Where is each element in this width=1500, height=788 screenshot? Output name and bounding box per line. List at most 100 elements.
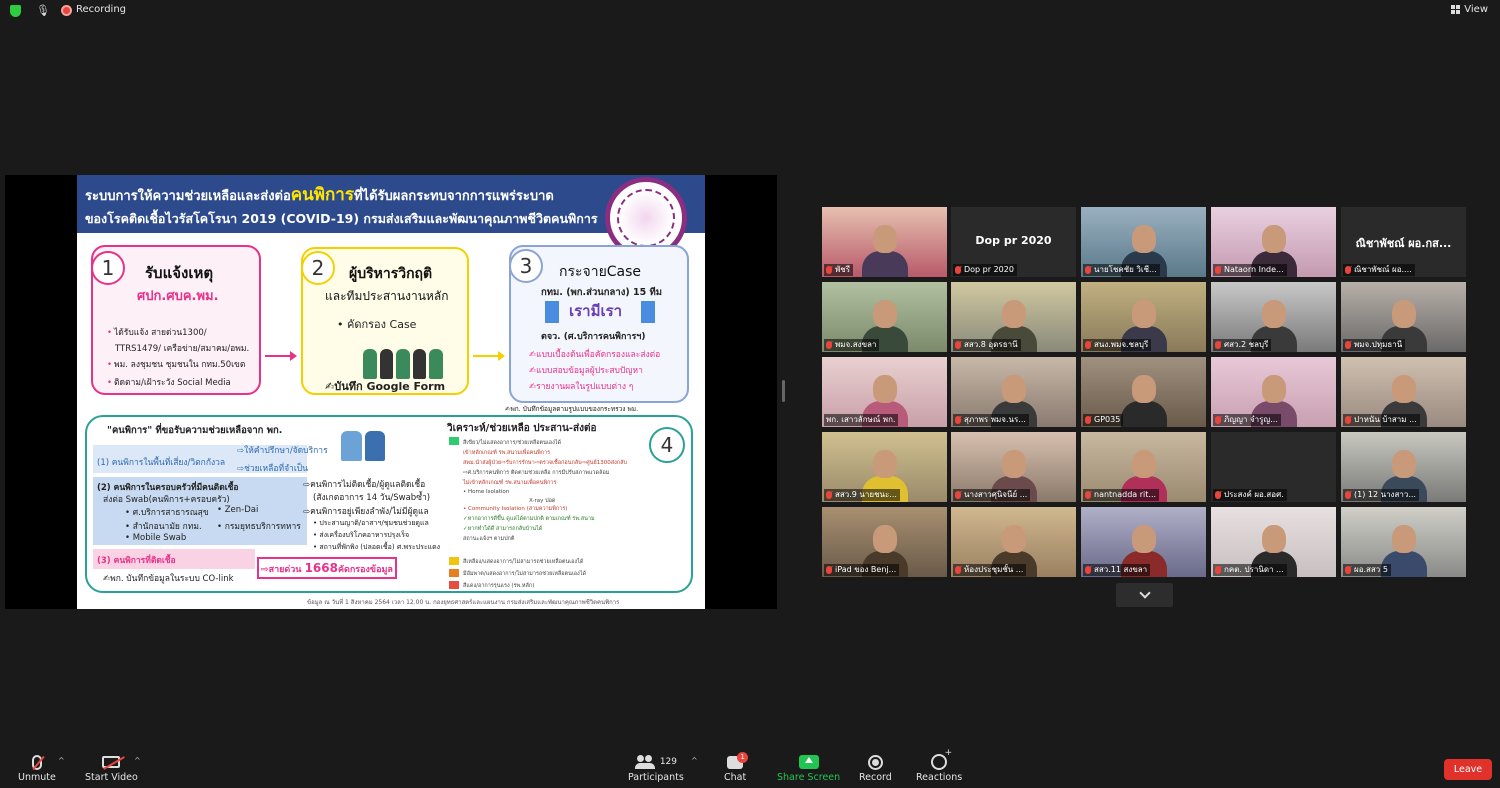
- participant-tile[interactable]: ปาหนัน บ้าสาม ...: [1341, 357, 1466, 427]
- participants-options-caret-icon[interactable]: ^: [691, 756, 698, 765]
- participant-tile[interactable]: พก. เสาวลักษณ์ พก.: [822, 357, 947, 427]
- flow-line: สีเขียว/ไม่แสดงอาการ/ช่วยเหลือตนเองได้: [463, 440, 562, 446]
- participant-tile[interactable]: ภิญญา จำรูญ...: [1211, 357, 1336, 427]
- flow-line: สพม.นำส่งผู้ป่วย⇨รับการรักษา⇨ตรวจเชื้อก่…: [463, 460, 627, 466]
- participants-icon: [634, 755, 655, 769]
- start-video-button[interactable]: Start Video: [85, 752, 138, 783]
- participant-name-label: สสว.8 อุดรธานี: [953, 339, 1021, 351]
- participant-tile[interactable]: (1) 12 นางสาว...: [1341, 432, 1466, 502]
- participant-tile[interactable]: พัชรี: [822, 207, 947, 277]
- participant-tile[interactable]: ห้องประชุมชั้น ...: [951, 507, 1076, 577]
- participant-name: ศสว.2 ชลบุรี: [1224, 340, 1269, 349]
- participant-tile[interactable]: สนง.พมจ.ชลบุรี: [1081, 282, 1206, 352]
- step3-item: ✍แบบสอบข้อมูลผู้ประสบปัญหา: [529, 366, 643, 376]
- flow-line: สีแดง/อาการรุนแรง (รพ.หลัก): [463, 583, 535, 589]
- shield-icon[interactable]: [10, 5, 21, 17]
- chat-button[interactable]: 1 Chat: [724, 751, 749, 783]
- participant-display-name: Dop pr 2020: [975, 234, 1052, 247]
- share-screen-button[interactable]: Share Screen: [777, 752, 840, 783]
- slide-title-line2: ของโรคติดเชื้อไวรัสโคโรนา 2019 (COVID-19…: [85, 211, 598, 226]
- participant-tile[interactable]: นางสาวศุนิจนีย์ ...: [951, 432, 1076, 502]
- step3-box: 3 กระจายCase กทม. (พก.ส่วนกลาง) 15 ทีม เ…: [509, 245, 689, 403]
- slide-footnote: ข้อมูล ณ วันที่ 1 สิงหาคม 2564 เวลา 12.0…: [307, 599, 620, 606]
- record-button[interactable]: Record: [859, 752, 892, 783]
- participant-tile[interactable]: GP035: [1081, 357, 1206, 427]
- participant-name: สสว.11 สงขลา: [1094, 565, 1148, 574]
- participant-name-label: พมจ.สงขลา: [824, 339, 880, 351]
- participant-name-label: iPad ของ Benj...: [824, 564, 900, 576]
- chat-label: Chat: [724, 772, 747, 783]
- slide-title-line1: ระบบการให้ความช่วยเหลือและส่งต่อคนพิการท…: [85, 185, 554, 205]
- green-level-marker: [449, 437, 459, 445]
- reactions-icon: [931, 748, 952, 770]
- raomirao-logo: เรามีเรา: [569, 302, 623, 320]
- flow-line: มีอัมพาต/แสดงอาการ/ไม่สามารถช่วยเหลือตนเ…: [463, 571, 587, 577]
- video-options-caret-icon[interactable]: ^: [134, 756, 141, 765]
- step1-line: TTRS1479/ เครือข่าย/สมาคม/อพม.: [115, 344, 250, 354]
- participant-tile[interactable]: สสว.11 สงขลา: [1081, 507, 1206, 577]
- participant-name: ณิชาพัชณ์ ผอ....: [1354, 265, 1412, 274]
- participant-name: พัชรี: [835, 265, 850, 274]
- mic-muted-icon: [1345, 416, 1351, 424]
- mic-muted-icon: [1215, 416, 1221, 424]
- recording-label[interactable]: Recording: [76, 4, 126, 15]
- participant-name: ผอ.สสว 5: [1354, 565, 1388, 574]
- split-divider-handle[interactable]: [782, 380, 785, 402]
- mic-muted-icon: [955, 491, 961, 499]
- group2-item: • สำนักอนามัย กทม.: [125, 522, 202, 532]
- participant-name: สนง.พมจ.ชลบุรี: [1094, 340, 1149, 349]
- participant-name-label: ประสงค์ ผอ.สอศ.: [1213, 489, 1287, 501]
- step3-item: ✍รายงานผลในรูปแบบต่าง ๆ: [529, 382, 634, 392]
- participant-tile[interactable]: ศสว.2 ชลบุรี: [1211, 282, 1336, 352]
- group3-label: (3) คนพิการที่ติดเชื้อ: [97, 556, 176, 566]
- reactions-button[interactable]: Reactions: [916, 748, 963, 783]
- group1-right: ⇨ให้คำปรึกษา/จัดบริการ: [237, 446, 328, 456]
- participant-tile[interactable]: สสว.8 อุดรธานี: [951, 282, 1076, 352]
- audio-options-caret-icon[interactable]: ^: [58, 756, 65, 765]
- participant-tile[interactable]: พมจ.ปทุมธานี: [1341, 282, 1466, 352]
- step3-item: ✍แบบเบื้องต้นเพื่อคัดกรองและส่งต่อ: [529, 350, 661, 360]
- group1-right: ⇨ช่วยเหลือที่จำเป็น: [237, 464, 308, 474]
- mic-muted-icon: [1345, 266, 1351, 274]
- participant-name-label: ภิญญา จำรูญ...: [1213, 414, 1281, 426]
- participant-tile[interactable]: ประสงค์ ผอ.สอศ.: [1211, 432, 1336, 502]
- participant-name-label: พัชรี: [824, 264, 853, 276]
- participant-tile[interactable]: พมจ.สงขลา: [822, 282, 947, 352]
- step3-number: 3: [509, 249, 543, 283]
- mic-icon[interactable]: 🎙: [36, 5, 50, 17]
- step2-number: 2: [301, 251, 335, 285]
- step4-number: 4: [649, 427, 685, 463]
- camera-off-icon: [102, 756, 121, 768]
- participants-count: 129: [659, 757, 677, 767]
- flow-line: X-ray ปอด: [529, 498, 556, 504]
- leave-button[interactable]: Leave: [1444, 759, 1492, 780]
- participant-name: สสว.8 อุดรธานี: [964, 340, 1018, 349]
- participant-tile[interactable]: สสว.9 นายชนะ...: [822, 432, 947, 502]
- participant-tile[interactable]: Nataorn Inde...: [1211, 207, 1336, 277]
- participant-name-label: ณิชาพัชณ์ ผอ....: [1343, 264, 1415, 276]
- participant-tile[interactable]: ผอ.สสว 5: [1341, 507, 1466, 577]
- participant-tile[interactable]: Dop pr 2020 Dop pr 2020: [951, 207, 1076, 277]
- recording-icon: [61, 5, 72, 16]
- mic-muted-icon: [1215, 341, 1221, 349]
- record-label: Record: [859, 772, 892, 783]
- arrow-right-icon: [265, 351, 297, 361]
- participant-name-label: ผอ.สสว 5: [1343, 564, 1391, 576]
- unmute-button[interactable]: Unmute: [18, 752, 56, 783]
- view-button[interactable]: View: [1451, 4, 1488, 15]
- next-page-button[interactable]: [1116, 583, 1173, 607]
- participant-tile[interactable]: nantnadda rit...: [1081, 432, 1206, 502]
- step1-number: 1: [91, 251, 125, 285]
- participant-tile[interactable]: กคต. ปรานิดา ...: [1211, 507, 1336, 577]
- participant-tile[interactable]: iPad ของ Benj...: [822, 507, 947, 577]
- participants-button[interactable]: 129 Participants: [628, 752, 684, 783]
- reactions-label: Reactions: [916, 772, 963, 783]
- participant-tile[interactable]: ณิชาพัชณ์ ผอ.กส... ณิชาพัชณ์ ผอ....: [1341, 207, 1466, 277]
- flow-line: ⇨ศ.บริการคนพิการ ติดตามช่วยเหลือ การมีปร…: [463, 470, 610, 476]
- participant-name: Nataorn Inde...: [1224, 265, 1284, 274]
- participant-name-label: ศสว.2 ชลบุรี: [1213, 339, 1272, 351]
- participant-tile[interactable]: นายโชคชัย วิเชี...: [1081, 207, 1206, 277]
- participant-tile[interactable]: สุภาพร พมจ.นร...: [951, 357, 1076, 427]
- participant-name: Dop pr 2020: [964, 265, 1014, 274]
- mic-muted-icon: [955, 341, 961, 349]
